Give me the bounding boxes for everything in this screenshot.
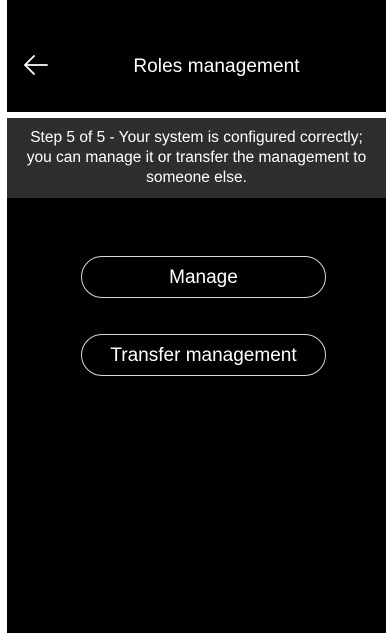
- transfer-management-button[interactable]: Transfer management: [81, 334, 326, 376]
- back-button[interactable]: [21, 50, 51, 80]
- step-info-banner: Step 5 of 5 - Your system is configured …: [7, 118, 386, 198]
- step-info-text: Step 5 of 5 - Your system is configured …: [26, 129, 367, 186]
- manage-button[interactable]: Manage: [81, 256, 326, 298]
- arrow-left-icon: [24, 55, 48, 75]
- app-screen: Roles management Step 5 of 5 - Your syst…: [7, 0, 386, 633]
- header-bar: Roles management: [7, 0, 386, 112]
- page-title: Roles management: [133, 56, 300, 77]
